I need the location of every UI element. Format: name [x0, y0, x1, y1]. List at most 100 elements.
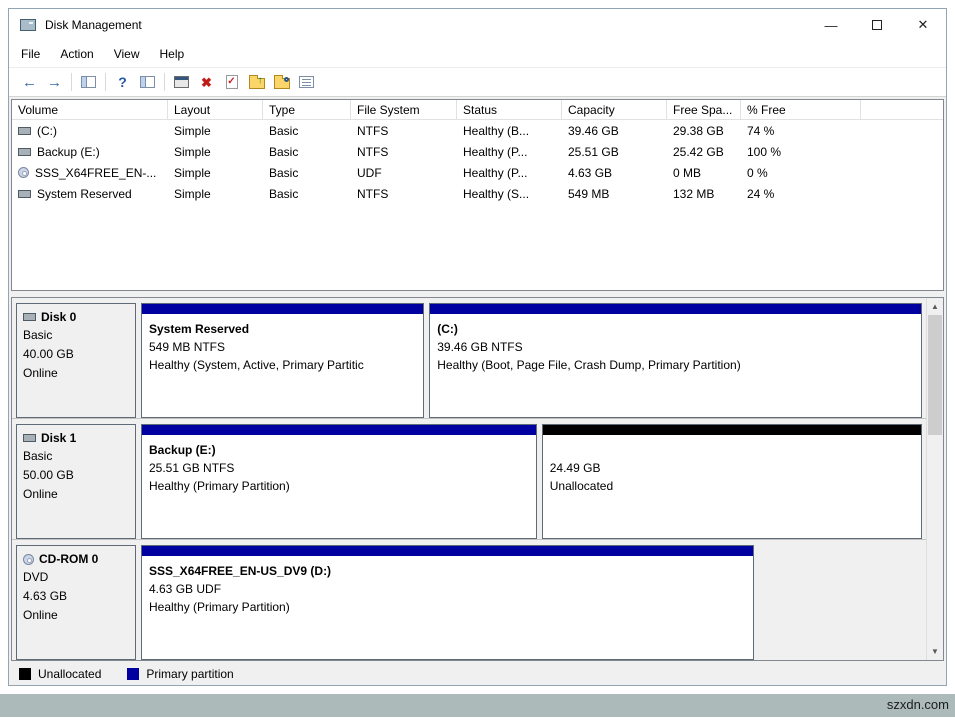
footer-band: szxdn.com: [0, 694, 955, 717]
disk-management-app-icon: [20, 19, 36, 31]
partition-unallocated[interactable]: 24.49 GB Unallocated: [542, 424, 922, 539]
toolbar-separator: [164, 73, 165, 91]
volume-drive-icon: [18, 190, 31, 198]
unallocated-swatch: [19, 668, 31, 680]
volume-row[interactable]: (C:) Simple Basic NTFS Healthy (B... 39.…: [12, 120, 943, 141]
volume-cd-icon: [18, 167, 29, 178]
maximize-icon: [872, 20, 882, 30]
help-button[interactable]: ?: [110, 70, 135, 94]
change-drive-letter-button[interactable]: ↑: [244, 70, 269, 94]
disk1-panel[interactable]: Disk 1 Basic 50.00 GB Online: [16, 424, 136, 539]
partition-size-fs: 25.51 GB NTFS: [149, 459, 529, 477]
volume-free: 0 MB: [667, 166, 741, 180]
disk-status: Online: [23, 485, 129, 504]
partition-health: Healthy (Boot, Page File, Crash Dump, Pr…: [437, 356, 914, 374]
volume-pct-free: 100 %: [741, 145, 861, 159]
legend-primary-label: Primary partition: [146, 667, 233, 681]
mark-active-button[interactable]: ✓: [219, 70, 244, 94]
column-header-status[interactable]: Status: [457, 100, 562, 119]
watermark: szxdn.com: [887, 697, 949, 712]
menu-help[interactable]: Help: [160, 47, 195, 61]
properties-button[interactable]: [294, 70, 319, 94]
legend-unallocated: Unallocated: [19, 667, 101, 681]
volume-list-pane: Volume Layout Type File System Status Ca…: [11, 99, 944, 291]
check-icon: ✓: [227, 77, 235, 87]
partition-health: Healthy (System, Active, Primary Partiti…: [149, 356, 416, 374]
up-arrow-overlay-icon: ↑: [258, 76, 263, 86]
partition-dvd-d[interactable]: SSS_X64FREE_EN-US_DV9 (D:) 4.63 GB UDF H…: [141, 545, 754, 660]
partition-c-drive[interactable]: (C:) 39.46 GB NTFS Healthy (Boot, Page F…: [429, 303, 922, 418]
volume-row[interactable]: System Reserved Simple Basic NTFS Health…: [12, 183, 943, 204]
column-header-free-space[interactable]: Free Spa...: [667, 100, 741, 119]
close-icon: ✕: [918, 17, 929, 33]
minimize-button[interactable]: —: [808, 9, 854, 41]
volume-layout: Simple: [168, 124, 263, 138]
console-tree-icon: [81, 76, 96, 88]
column-header-file-system[interactable]: File System: [351, 100, 457, 119]
menu-view[interactable]: View: [114, 47, 150, 61]
partition-color-band: [142, 425, 536, 435]
legend-bar: Unallocated Primary partition: [9, 663, 946, 685]
volume-free: 25.42 GB: [667, 145, 741, 159]
partition-title: SSS_X64FREE_EN-US_DV9 (D:): [149, 562, 746, 580]
folder-up-icon: ↑: [249, 78, 265, 89]
close-button[interactable]: ✕: [900, 9, 946, 41]
partition-health: Unallocated: [550, 477, 914, 495]
title-bar[interactable]: Disk Management — ✕: [9, 9, 946, 41]
cdrom0-panel[interactable]: CD-ROM 0 DVD 4.63 GB Online: [16, 545, 136, 660]
volume-status: Healthy (S...: [457, 187, 562, 201]
disk-row-disk1: Disk 1 Basic 50.00 GB Online Backup (E:)…: [12, 419, 926, 540]
volume-row[interactable]: SSS_X64FREE_EN-... Simple Basic UDF Heal…: [12, 162, 943, 183]
column-header-type[interactable]: Type: [263, 100, 351, 119]
disk0-panel[interactable]: Disk 0 Basic 40.00 GB Online: [16, 303, 136, 418]
checklist-icon: ✓: [226, 75, 238, 89]
show-console-tree-button[interactable]: [76, 70, 101, 94]
column-header-pct-free[interactable]: % Free: [741, 100, 861, 119]
volume-pct-free: 24 %: [741, 187, 861, 201]
volume-name: System Reserved: [37, 187, 132, 201]
partition-health: Healthy (Primary Partition): [149, 598, 746, 616]
partition-backup-e[interactable]: Backup (E:) 25.51 GB NTFS Healthy (Prima…: [141, 424, 537, 539]
volume-row[interactable]: Backup (E:) Simple Basic NTFS Healthy (P…: [12, 141, 943, 162]
scroll-down-button[interactable]: ▼: [927, 643, 943, 660]
graphical-view-pane: Disk 0 Basic 40.00 GB Online System Rese…: [11, 297, 944, 661]
column-header-capacity[interactable]: Capacity: [562, 100, 667, 119]
volume-capacity: 25.51 GB: [562, 145, 667, 159]
back-button[interactable]: ←: [17, 70, 42, 94]
menu-action[interactable]: Action: [60, 47, 103, 61]
console-button[interactable]: [169, 70, 194, 94]
menu-file[interactable]: File: [21, 47, 50, 61]
maximize-button[interactable]: [854, 9, 900, 41]
partition-title: System Reserved: [149, 320, 416, 338]
partition-title: (C:): [437, 320, 914, 338]
disk-status: Online: [23, 364, 129, 383]
partition-title: [550, 441, 914, 459]
delete-icon: ✖: [201, 76, 212, 89]
delete-volume-button[interactable]: ✖: [194, 70, 219, 94]
volume-name: SSS_X64FREE_EN-...: [35, 166, 156, 180]
partition-system-reserved[interactable]: System Reserved 549 MB NTFS Healthy (Sys…: [141, 303, 424, 418]
legend-unallocated-label: Unallocated: [38, 667, 101, 681]
volume-pct-free: 74 %: [741, 124, 861, 138]
vertical-scrollbar[interactable]: ▲ ▼: [926, 298, 943, 660]
partition-color-band: [543, 425, 921, 435]
column-header-volume[interactable]: Volume: [12, 100, 168, 119]
column-header-layout[interactable]: Layout: [168, 100, 263, 119]
scrollbar-thumb[interactable]: [928, 315, 942, 435]
partition-color-band: [142, 546, 753, 556]
disk-size: 4.63 GB: [23, 587, 129, 606]
show-action-pane-button[interactable]: [135, 70, 160, 94]
partition-size-fs: 24.49 GB: [550, 459, 914, 477]
scroll-up-icon: ▲: [931, 302, 939, 311]
scroll-up-button[interactable]: ▲: [927, 298, 943, 315]
disk-size: 40.00 GB: [23, 345, 129, 364]
forward-arrow-icon: →: [47, 75, 62, 90]
forward-button[interactable]: →: [42, 70, 67, 94]
explore-button[interactable]: [269, 70, 294, 94]
back-arrow-icon: ←: [22, 75, 37, 90]
volume-status: Healthy (P...: [457, 145, 562, 159]
volume-pct-free: 0 %: [741, 166, 861, 180]
partition-color-band: [430, 304, 921, 314]
volume-capacity: 39.46 GB: [562, 124, 667, 138]
volume-layout: Simple: [168, 145, 263, 159]
